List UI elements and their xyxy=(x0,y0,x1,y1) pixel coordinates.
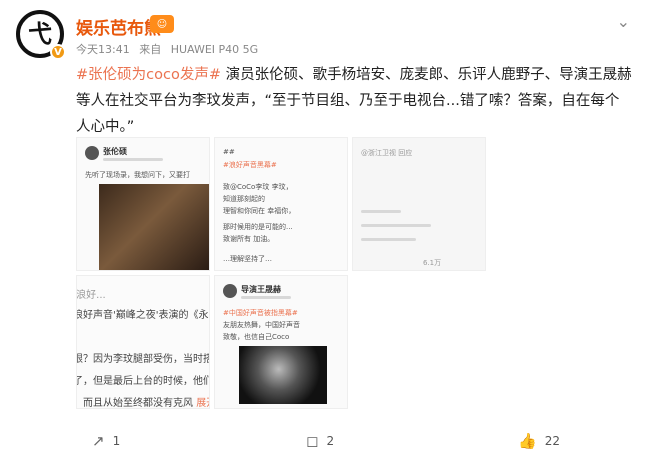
mini-name: 张伦硕 xyxy=(103,147,127,156)
image-tile-6 xyxy=(352,275,486,409)
mini-text: 那时候用的是可能的... xyxy=(223,223,293,231)
image-grid: 张伦硕 先听了现场录，我想问下，又要打 ## #浪好声音黑幕# 致@CoCo李玟… xyxy=(76,137,488,409)
like-icon: 👍 xyxy=(518,432,537,450)
crop-text-line: ，而且从始至终都没有克风 xyxy=(76,398,193,409)
photo xyxy=(239,346,327,404)
mini-text: 先听了现场录，我想问下，又要打 xyxy=(85,171,190,179)
mini-link: #浪好声音黑幕# xyxy=(223,161,277,169)
hashtag-link[interactable]: #张伦硕为coco发声# xyxy=(76,67,221,83)
post-meta: 今天13:41 来自 HUAWEI P40 5G xyxy=(76,41,264,57)
like-button[interactable]: 👍 22 xyxy=(518,432,560,450)
crop-text: 根？因为李玟腿部受伤，当时搭档 xyxy=(76,354,209,365)
comment-icon: ◻ xyxy=(306,432,319,450)
mini-avatar xyxy=(223,284,237,298)
mini-text: 理智和你同在 幸福你， xyxy=(223,207,296,215)
mini-text: 致敬，也信自己Coco xyxy=(223,333,290,341)
comment-count: 2 xyxy=(326,434,335,448)
mini-line xyxy=(361,210,401,213)
image-tile-4[interactable]: ·浪好... 浪好声音'巅峰之夜'表演的《永不失 根？因为李玟腿部受伤，当时搭档… xyxy=(76,275,210,409)
action-bar: ↗ 1 ◻ 2 👍 22 xyxy=(0,432,650,456)
photo xyxy=(99,184,209,270)
mini-link: #中国好声音被指黑幕# xyxy=(223,309,298,317)
mini-text: …理解坚持了… xyxy=(223,255,272,263)
source-device: HUAWEI P40 5G xyxy=(170,43,259,56)
avatar-glyph: 弋 xyxy=(28,20,52,48)
share-count: 1 xyxy=(112,434,121,448)
mini-line xyxy=(361,224,431,227)
expand-link[interactable]: 展开 xyxy=(196,398,209,408)
mini-meta-line xyxy=(241,296,291,299)
crop-text: ·浪好... xyxy=(76,290,106,301)
like-count: 22 xyxy=(544,434,560,448)
verified-badge-icon: V xyxy=(50,44,66,60)
vip-badge-icon: ☺ xyxy=(150,15,174,33)
post-time: 今天13:41 xyxy=(76,43,130,56)
mini-text: ## xyxy=(223,148,235,156)
image-tile-3[interactable]: @浙江卫视 回应 6.1万 xyxy=(352,137,486,271)
image-tile-2[interactable]: ## #浪好声音黑幕# 致@CoCo李玟 李玟， 知道那刻起的 理智和你同在 幸… xyxy=(214,137,348,271)
mini-meta-line xyxy=(103,158,163,161)
share-button[interactable]: ↗ 1 xyxy=(92,432,120,450)
mini-text: 6.1万 xyxy=(423,259,442,267)
mini-text: 致@CoCo李玟 李玟， xyxy=(223,183,293,191)
mini-avatar xyxy=(85,146,99,160)
chevron-down-icon[interactable]: ⌄ xyxy=(617,12,630,31)
source-prefix: 来自 xyxy=(139,43,162,56)
crop-text: 浪好声音'巅峰之夜'表演的《永不失 xyxy=(76,310,209,321)
mini-line xyxy=(361,238,416,241)
share-icon: ↗ xyxy=(92,432,105,450)
crop-text: 了，但是最后上台的时候，他们 xyxy=(76,376,210,387)
mini-text: 致谢所有 加油。 xyxy=(223,235,275,243)
comment-button[interactable]: ◻ 2 xyxy=(306,432,334,450)
image-tile-1[interactable]: 张伦硕 先听了现场录，我想问下，又要打 xyxy=(76,137,210,271)
mini-name: 导演王晟赫 xyxy=(241,285,281,294)
mini-text: 知道那刻起的 xyxy=(223,195,265,203)
username[interactable]: 娱乐芭布熊 xyxy=(76,14,161,39)
mini-text: 友朋友热舞，中国好声音 xyxy=(223,321,300,329)
crop-text: ，而且从始至终都没有克风 展开 xyxy=(76,394,209,409)
image-tile-5[interactable]: 导演王晟赫 #中国好声音被指黑幕# 友朋友热舞，中国好声音 致敬，也信自己Coc… xyxy=(214,275,348,409)
mini-text: @浙江卫视 回应 xyxy=(361,149,413,157)
post-body: #张伦硕为coco发声# 演员张伦硕、歌手杨培安、庞麦郎、乐评人鹿野子、导演王晟… xyxy=(76,62,632,140)
